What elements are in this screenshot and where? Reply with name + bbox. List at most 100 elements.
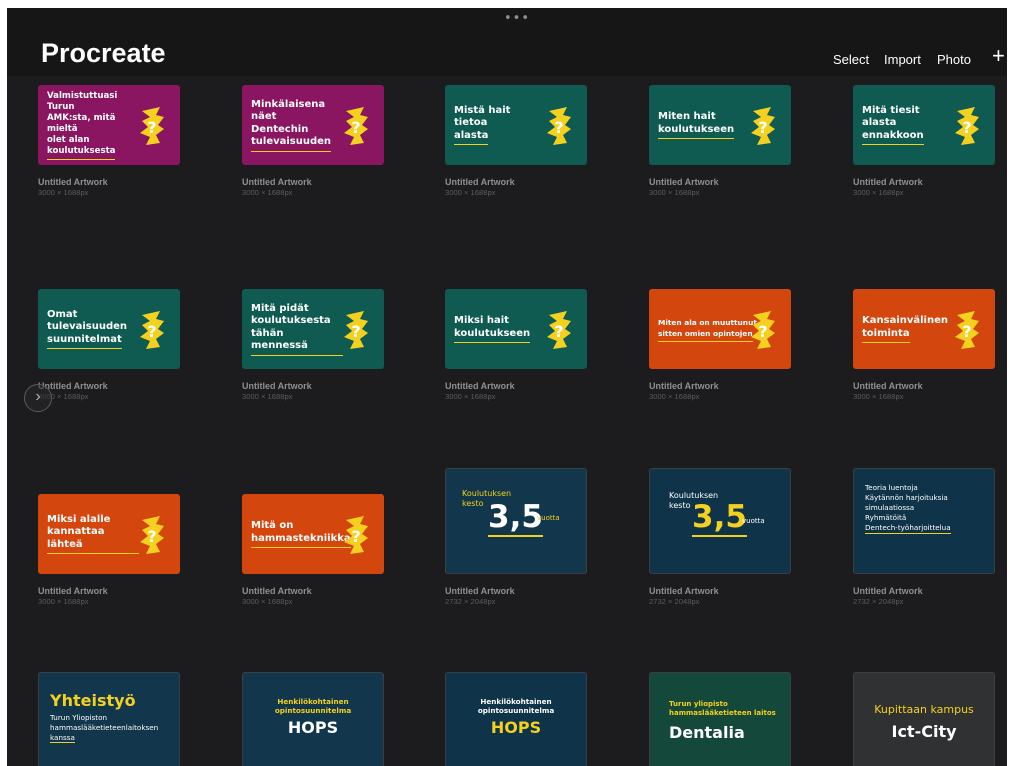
thumbnail-text: Omat tulevaisuuden suunnitelmat	[47, 289, 139, 369]
thumbnail-text: Mitä pidät koulutuksesta tähän mennessä	[251, 289, 343, 369]
artwork-thumbnail[interactable]: Teoria luentoja Käytännön harjoituksia s…	[853, 468, 995, 574]
artwork-thumbnail[interactable]: Yhteistyö Turun Yliopiston hammaslääketi…	[38, 672, 180, 766]
thumbnail-text: Minkälaisena näet Dentechin tulevaisuude…	[251, 85, 343, 165]
artwork-title[interactable]: Untitled Artwork	[38, 381, 180, 392]
svg-text:?: ?	[147, 527, 156, 546]
artwork-thumbnail[interactable]: Turun yliopisto hammaslääketieteen laito…	[649, 672, 791, 766]
question-mark-badge-icon: ?	[140, 107, 164, 145]
artwork-tile[interactable]: Mitä pidät koulutuksesta tähän mennessä …	[242, 289, 384, 402]
duration-unit: vuotta	[742, 517, 765, 525]
artwork-title[interactable]: Untitled Artwork	[649, 586, 791, 597]
question-mark-badge-icon: ?	[751, 107, 775, 145]
question-mark-badge-icon: ?	[547, 311, 571, 349]
artwork-thumbnail[interactable]: Kupittaan kampus Ict-City	[853, 672, 995, 766]
question-mark-badge-icon: ?	[140, 311, 164, 349]
artwork-thumbnail[interactable]: Miten ala on muuttunut sitten omien opin…	[649, 289, 791, 369]
svg-text:?: ?	[351, 322, 360, 341]
question-mark-badge-icon: ?	[955, 107, 979, 145]
new-canvas-plus-icon[interactable]: +	[992, 43, 1005, 69]
top-bar: ••• Procreate Select Import Photo +	[7, 8, 1007, 76]
photo-button[interactable]: Photo	[937, 52, 971, 67]
artwork-dimensions: 3000 × 1688px	[38, 597, 89, 606]
artwork-title[interactable]: Untitled Artwork	[445, 586, 587, 597]
svg-text:?: ?	[962, 322, 971, 341]
artwork-tile[interactable]: Yhteistyö Turun Yliopiston hammaslääketi…	[38, 672, 180, 766]
question-mark-badge-icon: ?	[344, 107, 368, 145]
artwork-grid: Valmistuttuasi Turun AMK:sta, mitä mielt…	[7, 76, 1007, 766]
thumbnail-text: Kansainvälinen toiminta	[862, 289, 954, 369]
svg-text:?: ?	[554, 118, 563, 137]
artwork-thumbnail[interactable]: Koulutuksen kesto 3,5 vuotta	[445, 468, 587, 574]
select-button[interactable]: Select	[833, 52, 869, 67]
artwork-tile[interactable]: Mistä hait tietoa alasta ? Untitled Artw…	[445, 85, 587, 198]
question-mark-badge-icon: ?	[751, 311, 775, 349]
chevron-right-icon[interactable]: ›	[24, 384, 52, 412]
artwork-tile[interactable]: Teoria luentoja Käytännön harjoituksia s…	[853, 468, 995, 607]
artwork-thumbnail[interactable]: Miksi alalle kannattaa lähteä ?	[38, 494, 180, 574]
artwork-tile[interactable]: Miksi alalle kannattaa lähteä ? Untitled…	[38, 494, 180, 607]
artwork-title[interactable]: Untitled Artwork	[242, 177, 384, 188]
artwork-thumbnail[interactable]: Mitä tiesit alasta ennakkoon ?	[853, 85, 995, 165]
artwork-tile[interactable]: Miksi hait koulutukseen ? Untitled Artwo…	[445, 289, 587, 402]
artwork-title[interactable]: Untitled Artwork	[242, 586, 384, 597]
artwork-thumbnail[interactable]: Koulutuksen kesto 3,5 vuotta	[649, 468, 791, 574]
artwork-dimensions: 3000 × 1688px	[38, 188, 89, 197]
artwork-thumbnail[interactable]: Miten hait koulutukseen ?	[649, 85, 791, 165]
thumbnail-heading: Dentalia	[669, 723, 745, 742]
artwork-tile[interactable]: Henkilökohtainen opintosuunnitelma HOPS	[242, 672, 384, 766]
artwork-dimensions: 3000 × 1688px	[445, 188, 496, 197]
artwork-title[interactable]: Untitled Artwork	[38, 177, 180, 188]
artwork-thumbnail[interactable]: Mitä on hammastekniikka ?	[242, 494, 384, 574]
svg-text:?: ?	[147, 118, 156, 137]
artwork-tile[interactable]: Koulutuksen kesto 3,5 vuotta Untitled Ar…	[649, 468, 791, 607]
artwork-dimensions: 2732 × 2048px	[445, 597, 496, 606]
artwork-tile[interactable]: Mitä tiesit alasta ennakkoon ? Untitled …	[853, 85, 995, 198]
artwork-thumbnail[interactable]: Valmistuttuasi Turun AMK:sta, mitä mielt…	[38, 85, 180, 165]
thumbnail-heading: Yhteistyö	[50, 691, 136, 710]
artwork-tile[interactable]: Kupittaan kampus Ict-City	[853, 672, 995, 766]
import-button[interactable]: Import	[884, 52, 921, 67]
artwork-thumbnail[interactable]: Mitä pidät koulutuksesta tähän mennessä …	[242, 289, 384, 369]
multitasking-handle[interactable]: •••	[504, 11, 530, 26]
artwork-title[interactable]: Untitled Artwork	[853, 177, 995, 188]
artwork-tile[interactable]: Miten ala on muuttunut sitten omien opin…	[649, 289, 791, 402]
artwork-thumbnail[interactable]: Mistä hait tietoa alasta ?	[445, 85, 587, 165]
artwork-dimensions: 3000 × 1688px	[242, 392, 293, 401]
artwork-title[interactable]: Untitled Artwork	[649, 177, 791, 188]
artwork-tile[interactable]: Henkilökohtainen opintosuunnitelma HOPS	[445, 672, 587, 766]
duration-unit: vuotta	[537, 514, 560, 522]
question-mark-badge-icon: ?	[547, 107, 571, 145]
artwork-tile[interactable]: Omat tulevaisuuden suunnitelmat ? Untitl…	[38, 289, 180, 402]
artwork-thumbnail[interactable]: Minkälaisena näet Dentechin tulevaisuude…	[242, 85, 384, 165]
artwork-thumbnail[interactable]: Henkilökohtainen opintosuunnitelma HOPS	[242, 672, 384, 766]
artwork-title[interactable]: Untitled Artwork	[853, 586, 995, 597]
thumbnail-text: Mistä hait tietoa alasta	[454, 85, 546, 165]
thumbnail-text: Mitä on hammastekniikka	[251, 494, 351, 574]
artwork-title[interactable]: Untitled Artwork	[445, 381, 587, 392]
svg-text:?: ?	[758, 118, 767, 137]
svg-text:?: ?	[351, 118, 360, 137]
artwork-tile[interactable]: Valmistuttuasi Turun AMK:sta, mitä mielt…	[38, 85, 180, 198]
artwork-title[interactable]: Untitled Artwork	[649, 381, 791, 392]
artwork-title[interactable]: Untitled Artwork	[242, 381, 384, 392]
question-mark-badge-icon: ?	[955, 311, 979, 349]
artwork-thumbnail[interactable]: Henkilökohtainen opintosuunnitelma HOPS	[445, 672, 587, 766]
artwork-thumbnail[interactable]: Omat tulevaisuuden suunnitelmat ?	[38, 289, 180, 369]
artwork-dimensions: 2732 × 2048px	[649, 597, 700, 606]
artwork-tile[interactable]: Mitä on hammastekniikka ? Untitled Artwo…	[242, 494, 384, 607]
artwork-tile[interactable]: Turun yliopisto hammaslääketieteen laito…	[649, 672, 791, 766]
artwork-title[interactable]: Untitled Artwork	[853, 381, 995, 392]
thumbnail-subheading: Turun yliopisto hammaslääketieteen laito…	[669, 700, 776, 717]
artwork-thumbnail[interactable]: Miksi hait koulutukseen ?	[445, 289, 587, 369]
svg-text:?: ?	[758, 322, 767, 341]
thumbnail-text: Turun Yliopiston hammaslääketieteenlaito…	[50, 713, 159, 743]
artwork-title[interactable]: Untitled Artwork	[38, 586, 180, 597]
artwork-tile[interactable]: Koulutuksen kesto 3,5 vuotta Untitled Ar…	[445, 468, 587, 607]
artwork-title[interactable]: Untitled Artwork	[445, 177, 587, 188]
artwork-thumbnail[interactable]: Kansainvälinen toiminta ?	[853, 289, 995, 369]
artwork-tile[interactable]: Kansainvälinen toiminta ? Untitled Artwo…	[853, 289, 995, 402]
artwork-tile[interactable]: Miten hait koulutukseen ? Untitled Artwo…	[649, 85, 791, 198]
artwork-tile[interactable]: Minkälaisena näet Dentechin tulevaisuude…	[242, 85, 384, 198]
thumbnail-subheading: Henkilökohtainen opintosuunnitelma	[274, 697, 352, 715]
thumbnail-text: Miten hait koulutukseen	[658, 85, 750, 165]
